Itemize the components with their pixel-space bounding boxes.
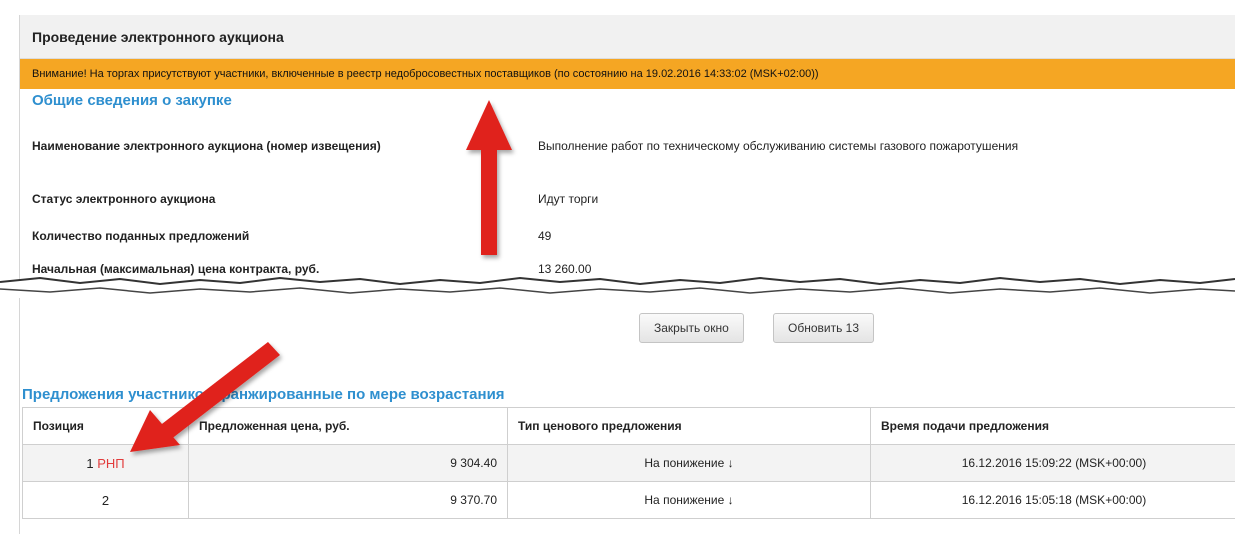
type-cell: На понижение ↓ bbox=[507, 481, 871, 519]
info-value: Идут торги bbox=[538, 192, 599, 206]
time-cell: 16.12.2016 15:09:22 (MSK+00:00) bbox=[870, 444, 1235, 482]
offers-title: Предложения участников, ранжированные по… bbox=[22, 386, 505, 403]
position-cell: 1 РНП bbox=[22, 444, 189, 482]
refresh-button[interactable]: Обновить 13 bbox=[773, 313, 875, 343]
table-header-row: Позиция Предложенная цена, руб. Тип цено… bbox=[22, 407, 1235, 445]
info-value: Выполнение работ по техническому обслужи… bbox=[538, 139, 1019, 153]
rnp-warning-banner: Внимание! На торгах присутствуют участни… bbox=[20, 59, 1235, 89]
auction-panel-top: Проведение электронного аукциона Внимани… bbox=[19, 15, 1235, 280]
type-cell: На понижение ↓ bbox=[507, 444, 871, 482]
auction-panel-bottom: Закрыть окно Обновить 13 Предложения уча… bbox=[19, 298, 1235, 534]
column-header-type: Тип ценового предложения bbox=[507, 407, 871, 445]
page-title: Проведение электронного аукциона bbox=[20, 15, 1235, 59]
rnp-badge: РНП bbox=[97, 455, 125, 471]
position-cell: 2 bbox=[22, 481, 189, 519]
price-cell: 9 304.40 bbox=[188, 444, 508, 482]
table-row: 1 РНП 9 304.40 На понижение ↓ 16.12.2016… bbox=[22, 444, 1235, 482]
time-cell: 16.12.2016 15:05:18 (MSK+00:00) bbox=[870, 481, 1235, 519]
general-info-title: Общие сведения о закупке bbox=[32, 92, 232, 109]
price-cell: 9 370.70 bbox=[188, 481, 508, 519]
info-value: 49 bbox=[538, 229, 552, 243]
info-label: Наименование электронного аукциона (номе… bbox=[32, 139, 381, 153]
position-number: 1 bbox=[86, 455, 94, 471]
info-label: Количество поданных предложений bbox=[32, 229, 250, 243]
column-header-time: Время подачи предложения bbox=[870, 407, 1235, 445]
table-row: 2 9 370.70 На понижение ↓ 16.12.2016 15:… bbox=[22, 481, 1235, 519]
torn-edge-divider bbox=[0, 276, 1235, 300]
position-number: 2 bbox=[101, 492, 110, 508]
column-header-price: Предложенная цена, руб. bbox=[188, 407, 508, 445]
column-header-position: Позиция bbox=[22, 407, 189, 445]
offers-table: Позиция Предложенная цена, руб. Тип цено… bbox=[22, 407, 1235, 519]
info-label: Статус электронного аукциона bbox=[32, 192, 216, 206]
close-window-button[interactable]: Закрыть окно bbox=[639, 313, 744, 343]
